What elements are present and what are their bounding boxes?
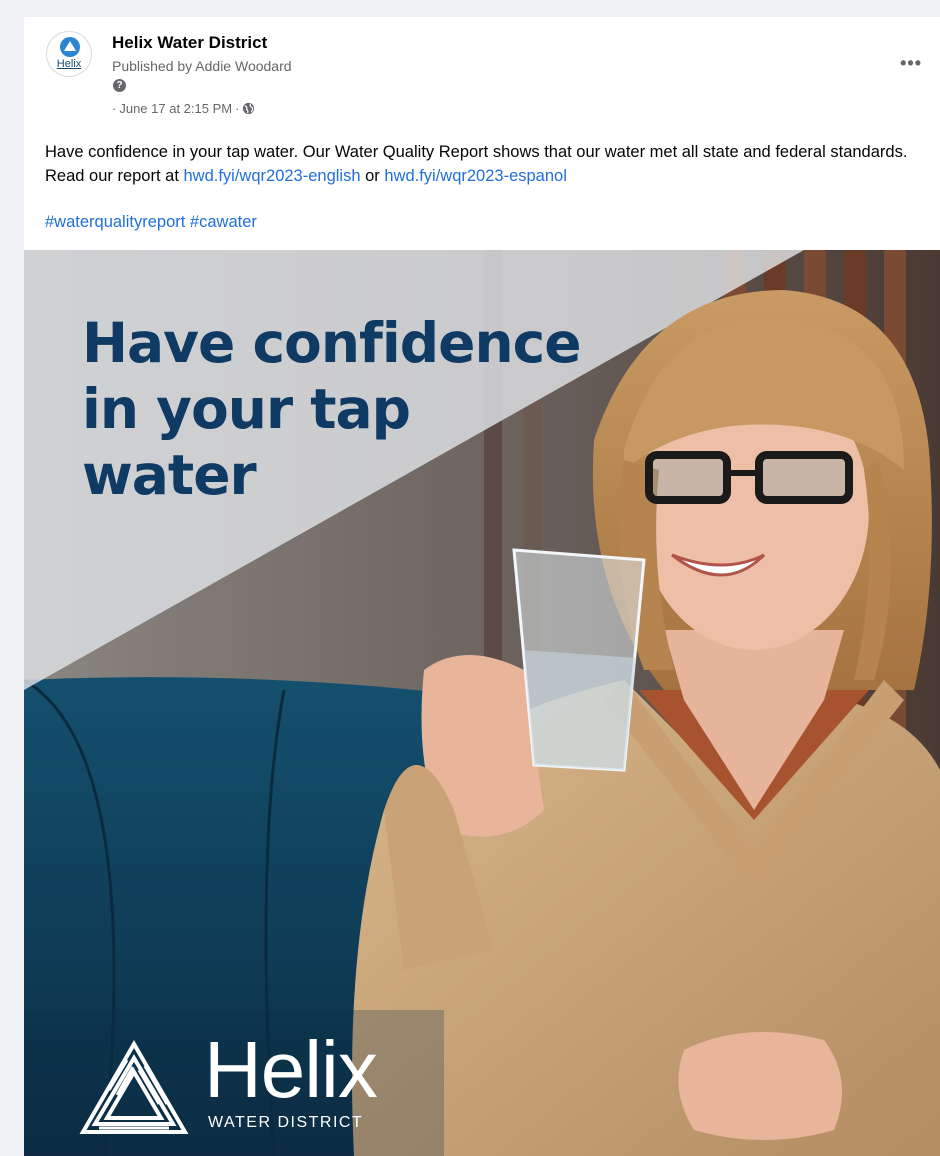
avatar-label: Helix <box>56 58 82 70</box>
meta-separator: · <box>112 101 117 116</box>
post-body: Have confidence in your tap water. Our W… <box>45 140 925 188</box>
published-by[interactable]: Published by Addie Woodard <box>112 58 292 74</box>
image-headline: Have confidence in your tap water <box>82 310 642 508</box>
post-card: Helix Helix Water District Published by … <box>24 17 940 1156</box>
headline-line: Have confidence <box>82 311 582 375</box>
post-meta: · June 17 at 2:15 PM · <box>112 101 255 116</box>
page-name-link[interactable]: Helix Water District <box>112 33 267 53</box>
headline-line: in your tap <box>82 377 411 441</box>
hashtag-cawater[interactable]: #cawater <box>190 213 257 231</box>
post-timestamp[interactable]: June 17 at 2:15 PM <box>119 101 232 116</box>
globe-icon[interactable] <box>242 102 255 115</box>
post-body-or: or <box>360 167 385 185</box>
more-options-icon[interactable]: ••• <box>900 53 922 74</box>
question-icon[interactable]: ? <box>113 79 126 92</box>
headline-line: water <box>82 443 257 507</box>
helix-triangle-icon <box>60 37 80 57</box>
logo-wordmark: Helix <box>204 1025 378 1114</box>
logo-subtitle: WATER DISTRICT <box>208 1114 364 1131</box>
post-image[interactable]: Have confidence in your tap water Helix … <box>24 250 940 1156</box>
page-avatar[interactable]: Helix <box>46 31 92 77</box>
meta-separator: · <box>235 101 240 116</box>
report-link-espanol[interactable]: hwd.fyi/wqr2023-espanol <box>384 167 567 185</box>
report-link-english[interactable]: hwd.fyi/wqr2023-english <box>184 167 361 185</box>
hashtags: #waterqualityreport #cawater <box>45 210 257 234</box>
helix-logo-icon <box>79 1040 189 1134</box>
hashtag-waterqualityreport[interactable]: #waterqualityreport <box>45 213 185 231</box>
